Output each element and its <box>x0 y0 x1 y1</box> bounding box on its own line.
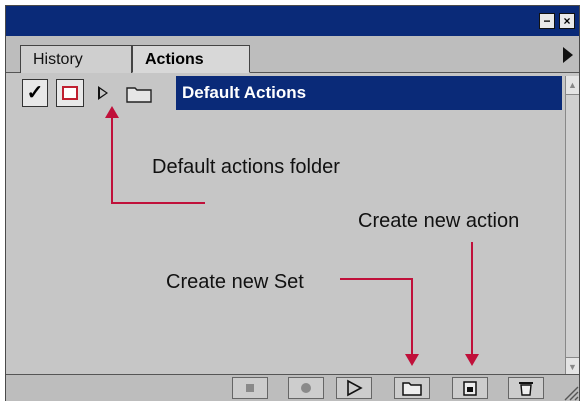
panel-title-bar[interactable]: − × <box>6 6 579 36</box>
resize-grip-icon[interactable] <box>561 383 579 401</box>
scroll-up-button[interactable]: ▲ <box>566 76 579 95</box>
trash-icon <box>519 382 533 396</box>
vertical-scrollbar[interactable]: ▲ ▼ <box>565 76 579 376</box>
play-button[interactable] <box>336 377 372 399</box>
stop-button[interactable] <box>232 377 268 399</box>
stop-icon <box>246 384 254 392</box>
delete-button[interactable] <box>508 377 544 399</box>
toggle-item-checkbox[interactable]: ✓ <box>22 79 48 107</box>
annotation-new-action: Create new action <box>358 210 520 232</box>
tab-actions[interactable]: Actions <box>132 45 250 73</box>
list-item[interactable]: ✓ Default Actions <box>20 76 564 110</box>
expand-triangle-inner <box>100 89 106 97</box>
actions-panel: − × History Actions ✓ Default Actions ▲ … <box>5 5 580 401</box>
play-icon <box>347 379 363 397</box>
annotation-default-folder: Default actions folder <box>152 156 340 178</box>
new-action-button[interactable] <box>452 377 488 399</box>
toggle-dialog-button[interactable] <box>56 79 84 107</box>
new-action-icon <box>463 381 477 396</box>
close-button[interactable]: × <box>559 13 575 29</box>
panel-menu-icon[interactable] <box>563 47 573 63</box>
record-icon <box>301 383 311 393</box>
record-button[interactable] <box>288 377 324 399</box>
new-set-button[interactable] <box>394 377 430 399</box>
dialog-icon <box>62 86 78 100</box>
tab-history[interactable]: History <box>20 45 132 73</box>
folder-icon <box>402 382 422 396</box>
tab-bar: History Actions <box>6 36 579 73</box>
annotation-new-set: Create new Set <box>166 271 304 293</box>
folder-icon <box>126 87 152 103</box>
minimize-button[interactable]: − <box>539 13 555 29</box>
action-set-label[interactable]: Default Actions <box>176 76 562 110</box>
actions-toolbar <box>6 374 579 401</box>
